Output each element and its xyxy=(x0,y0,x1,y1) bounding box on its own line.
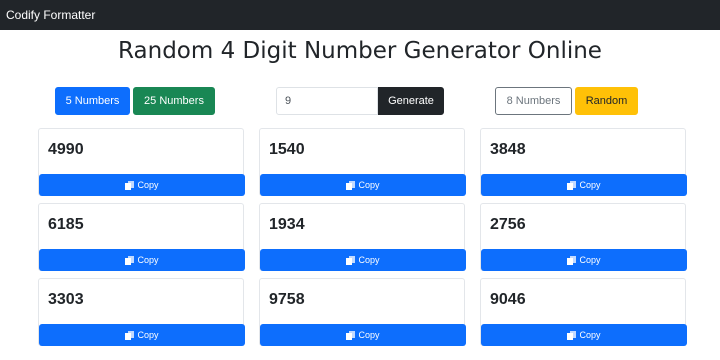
copy-icon xyxy=(125,255,135,265)
result-card: 6185 Copy xyxy=(38,203,245,271)
count-input[interactable] xyxy=(276,87,378,115)
copy-button-label: Copy xyxy=(137,255,159,265)
navbar: Codify Formatter xyxy=(0,0,720,30)
five-numbers-button[interactable]: 5 Numbers xyxy=(55,87,130,115)
copy-button-label: Copy xyxy=(358,180,380,190)
copy-button[interactable]: Copy xyxy=(481,174,687,196)
result-number: 9758 xyxy=(269,291,305,308)
result-number: 6185 xyxy=(48,216,84,233)
copy-button[interactable]: Copy xyxy=(481,249,687,271)
copy-icon xyxy=(567,330,577,340)
copy-button-label: Copy xyxy=(358,330,380,340)
copy-icon xyxy=(346,180,356,190)
result-number: 1934 xyxy=(269,216,305,233)
copy-icon xyxy=(346,330,356,340)
copy-button[interactable]: Copy xyxy=(481,324,687,346)
copy-button-label: Copy xyxy=(579,180,601,190)
result-number: 4990 xyxy=(48,141,84,158)
navbar-brand[interactable]: Codify Formatter xyxy=(6,8,95,22)
result-card: 3848 Copy xyxy=(480,128,687,196)
random-button[interactable]: Random xyxy=(575,87,638,115)
copy-button[interactable]: Copy xyxy=(39,324,245,346)
result-card: 9046 Copy xyxy=(480,278,687,346)
result-card: 1934 Copy xyxy=(259,203,466,271)
twenty-five-numbers-button[interactable]: 25 Numbers xyxy=(133,87,215,115)
copy-button[interactable]: Copy xyxy=(39,249,245,271)
copy-button[interactable]: Copy xyxy=(260,174,466,196)
copy-button[interactable]: Copy xyxy=(260,324,466,346)
result-number: 3303 xyxy=(48,291,84,308)
result-number: 9046 xyxy=(490,291,526,308)
result-number: 1540 xyxy=(269,141,305,158)
result-card: 2756 Copy xyxy=(480,203,687,271)
eight-numbers-button[interactable]: 8 Numbers xyxy=(495,87,572,115)
copy-icon xyxy=(567,180,577,190)
result-card: 3303 Copy xyxy=(38,278,245,346)
copy-button-label: Copy xyxy=(358,255,380,265)
copy-button[interactable]: Copy xyxy=(39,174,245,196)
copy-icon xyxy=(567,255,577,265)
result-number: 3848 xyxy=(490,141,526,158)
copy-icon xyxy=(125,330,135,340)
copy-button-label: Copy xyxy=(579,255,601,265)
copy-icon xyxy=(346,255,356,265)
page-title: Random 4 Digit Number Generator Online xyxy=(118,38,602,64)
copy-button-label: Copy xyxy=(137,330,159,340)
result-card: 1540 Copy xyxy=(259,128,466,196)
copy-icon xyxy=(125,180,135,190)
copy-button-label: Copy xyxy=(137,180,159,190)
result-card: 9758 Copy xyxy=(259,278,466,346)
copy-button[interactable]: Copy xyxy=(260,249,466,271)
result-card: 4990 Copy xyxy=(38,128,245,196)
copy-button-label: Copy xyxy=(579,330,601,340)
result-number: 2756 xyxy=(490,216,526,233)
generate-button[interactable]: Generate xyxy=(378,87,444,115)
